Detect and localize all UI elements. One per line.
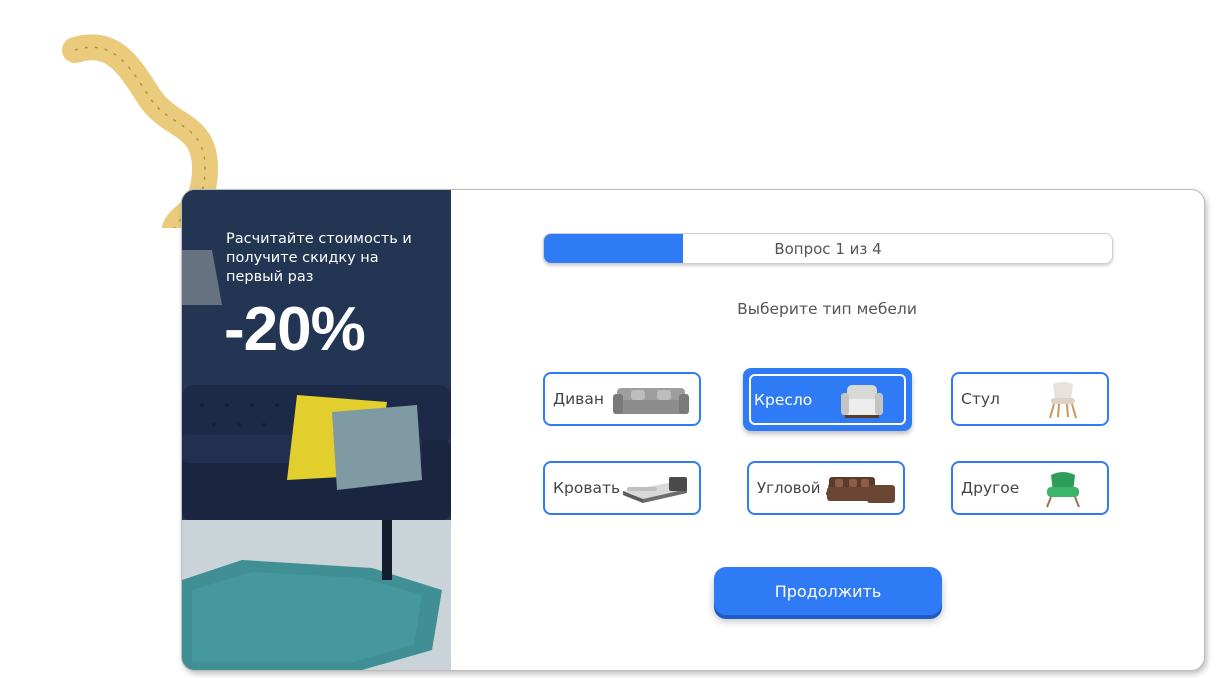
corner-sofa-image [827,477,895,503]
option-corner-sofa[interactable]: Угловой диван [747,461,905,515]
discount-value: -20% [224,295,366,364]
option-armchair[interactable]: Кресло [743,368,912,431]
option-sofa[interactable]: Диван [543,372,701,426]
option-label: Стул [961,390,1000,408]
promo-panel: Расчитайте стоимость и получите скидку н… [182,190,451,670]
option-label: Другое [961,479,1020,497]
green-armchair-image [1046,472,1080,508]
progress-label: Вопрос 1 из 4 [774,239,882,258]
option-chair[interactable]: Стул [951,372,1109,426]
option-label: Кресло [754,390,813,409]
armchair-image [841,385,883,418]
continue-button[interactable]: Продолжить [714,567,942,615]
calculator-card: Расчитайте стоимость и получите скидку н… [181,189,1205,671]
option-label: Диван [553,390,604,408]
option-bed[interactable]: Кровать [543,461,701,515]
chair-image [1049,382,1077,419]
promo-text: Расчитайте стоимость и получите скидку н… [226,231,412,285]
sofa-image [613,388,689,414]
progress-bar: Вопрос 1 из 4 [543,233,1113,264]
option-other[interactable]: Другое [951,461,1109,515]
bed-image [623,477,687,503]
question-title: Выберите тип мебели [737,300,917,318]
